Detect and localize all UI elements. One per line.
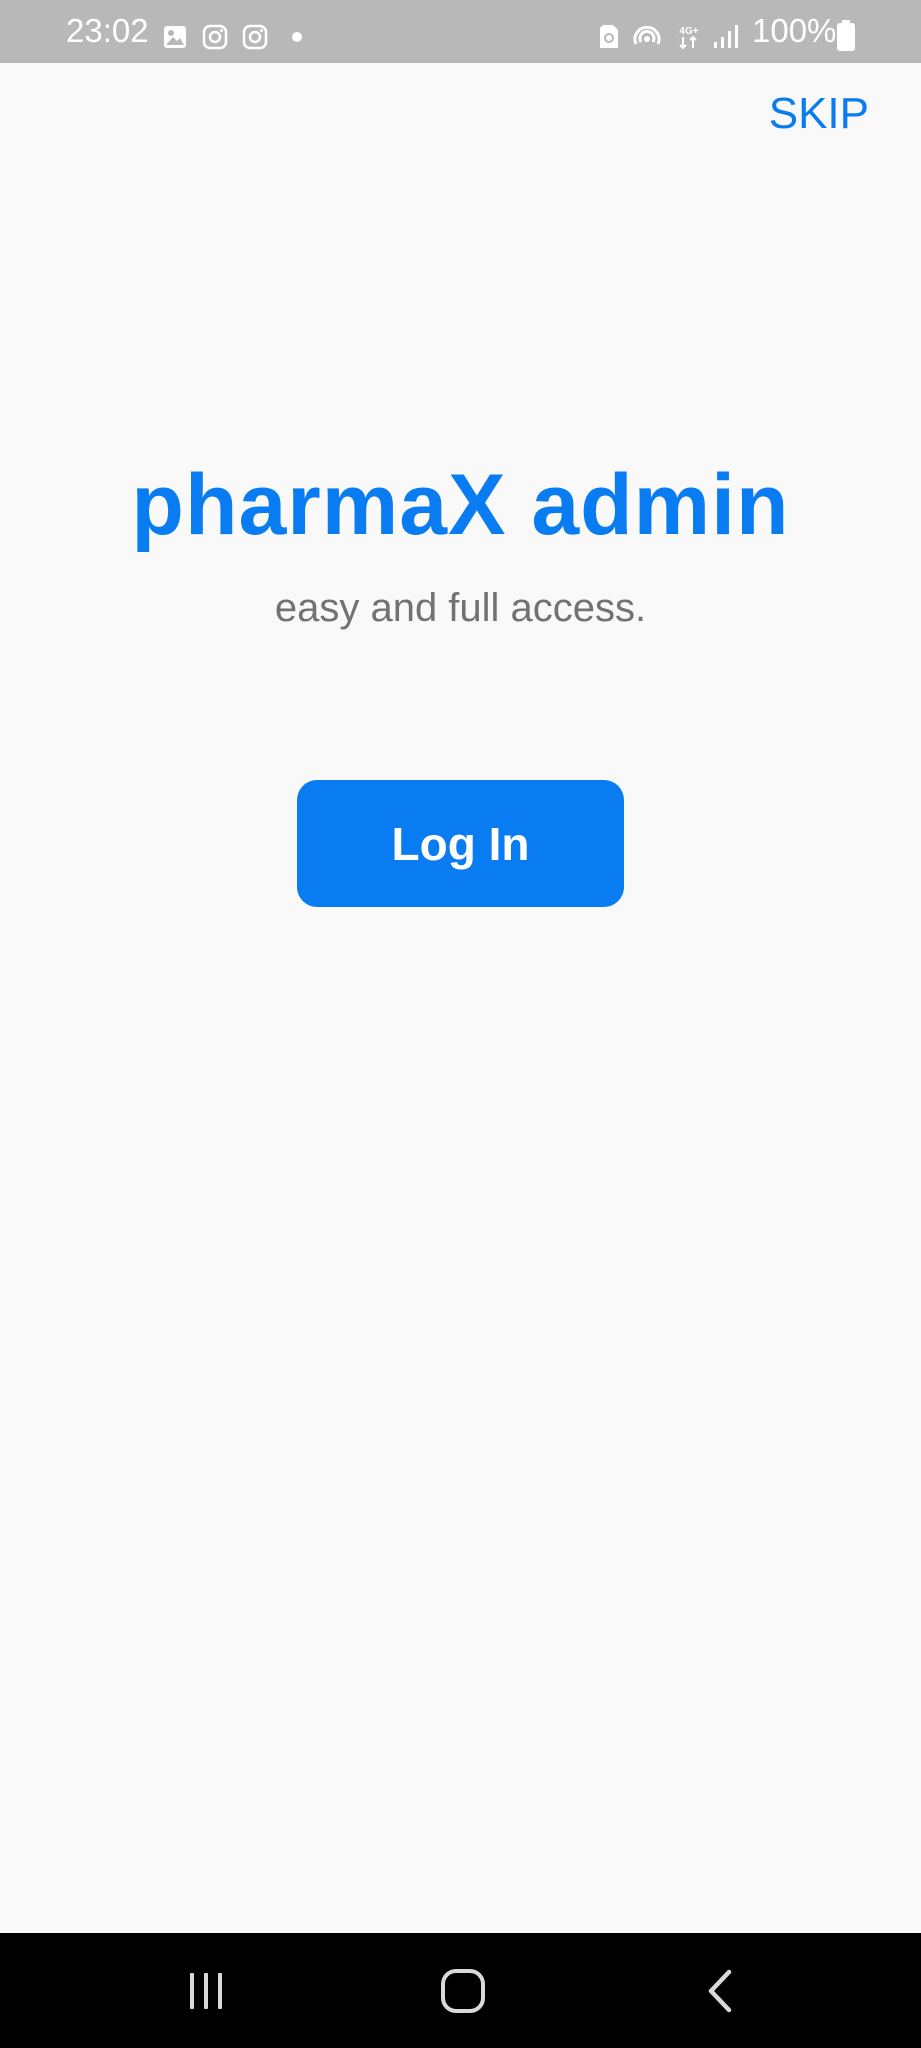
back-button[interactable] xyxy=(651,1933,791,2048)
battery-icon xyxy=(837,20,855,51)
hotspot-icon xyxy=(633,25,661,45)
status-bar: 23:02 4G+ 100% xyxy=(0,0,921,63)
back-icon xyxy=(708,1969,732,2012)
login-button[interactable]: Log In xyxy=(297,780,624,907)
dot-icon xyxy=(292,32,302,42)
4g-plus-icon: 4G+ xyxy=(679,26,699,50)
skip-button[interactable]: SKIP xyxy=(769,92,869,136)
app-title: pharmaX admin xyxy=(131,457,790,553)
gallery-icon xyxy=(164,26,186,48)
login-button-label: Log In xyxy=(391,817,530,870)
recent-apps-icon xyxy=(190,1972,222,2009)
instagram-icon xyxy=(202,24,228,50)
instagram-icon xyxy=(242,24,268,50)
recent-apps-button[interactable] xyxy=(136,1933,276,2048)
battery-percentage: 100% xyxy=(752,12,837,49)
signal-icon xyxy=(714,25,738,48)
home-button[interactable] xyxy=(393,1933,533,2048)
status-time: 23:02 xyxy=(66,12,149,49)
home-icon xyxy=(441,1968,485,2013)
sim-icon xyxy=(600,25,618,48)
app-subtitle: easy and full access. xyxy=(274,586,647,630)
network-label: 4G+ xyxy=(679,26,698,37)
navigation-bar xyxy=(0,1933,921,2048)
